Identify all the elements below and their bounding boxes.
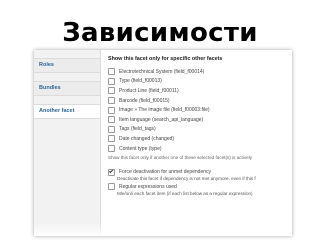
facet-option-row[interactable]: Product Line (field_f00011) [108, 86, 288, 96]
checkbox-label: Tags (field_tags) [119, 126, 156, 133]
sidebar-item-bundles[interactable]: Bundles [34, 82, 100, 96]
sidebar-spacer [34, 50, 100, 59]
facet-option-row[interactable]: Image » The image file (field_f00003:fil… [108, 105, 288, 115]
checkbox[interactable] [108, 97, 115, 105]
checkbox[interactable] [108, 125, 115, 133]
facet-option-row[interactable]: Barcode (field_f00015) [108, 96, 288, 106]
facet-option-row[interactable]: Date changed (changed) [108, 134, 288, 144]
checkbox-label: Image » The image file (field_f00003:fil… [119, 107, 210, 114]
checkbox-label: Product Line (field_f00011) [119, 87, 179, 94]
checkbox-label: Item language (search_api_language) [119, 116, 204, 123]
checkbox-label: Barcode (field_f00015) [119, 97, 170, 104]
facet-option-row[interactable]: Content type (type) [108, 144, 288, 154]
checkbox[interactable] [108, 77, 115, 85]
checkbox[interactable] [108, 87, 115, 95]
force-help-text: Deactivate this facet if dependency is n… [117, 175, 256, 181]
checkbox-label: Content type (type) [119, 145, 162, 152]
regex-help-text: Mle/on/i each facet item (if each list b… [117, 190, 253, 196]
admin-screenshot: Roles Bundles Another facet Show this fa… [34, 50, 292, 236]
section-label: Show this facet only for specific other … [108, 56, 223, 62]
facet-option-row[interactable]: Electrotechnical System (field_f00014) [108, 67, 288, 77]
page-curl-fade [34, 222, 292, 236]
facet-option-row[interactable]: Tags (field_tags) [108, 125, 288, 135]
checkbox[interactable] [108, 116, 115, 124]
sidebar-spacer [34, 73, 100, 82]
sidebar-item-label: Bundles [39, 85, 61, 91]
sidebar: Roles Bundles Another facet [34, 50, 101, 236]
sidebar-item-label: Another facet [39, 108, 75, 114]
sidebar-item-label: Roles [39, 62, 54, 68]
checkbox-label: Type (field_f00013) [119, 78, 162, 85]
facet-option-row[interactable]: Item language (search_api_language) [108, 115, 288, 125]
checkbox[interactable] [108, 145, 115, 153]
checkbox-label: Date changed (changed) [119, 135, 175, 142]
sidebar-item-another-facet[interactable]: Another facet [34, 105, 100, 119]
checkbox-label: Electrotechnical System (field_f00014) [119, 68, 205, 75]
sidebar-spacer [34, 96, 100, 105]
checkbox-checked[interactable] [108, 168, 115, 176]
checkbox[interactable] [108, 135, 115, 143]
checkbox[interactable] [108, 106, 115, 114]
facet-help-text: Show this facet only if another one of t… [108, 155, 253, 161]
checkbox-label: Force deactivation for unmet dependency [119, 169, 211, 176]
checkbox[interactable] [108, 68, 115, 76]
slide-title: Зависимости [62, 18, 258, 48]
sidebar-item-roles[interactable]: Roles [34, 59, 100, 73]
settings-panel: Show this facet only for specific other … [108, 56, 288, 197]
checkbox[interactable] [108, 183, 115, 191]
checkbox-label: Regular expressions used [119, 183, 177, 190]
facet-option-row[interactable]: Type (field_f00013) [108, 77, 288, 87]
